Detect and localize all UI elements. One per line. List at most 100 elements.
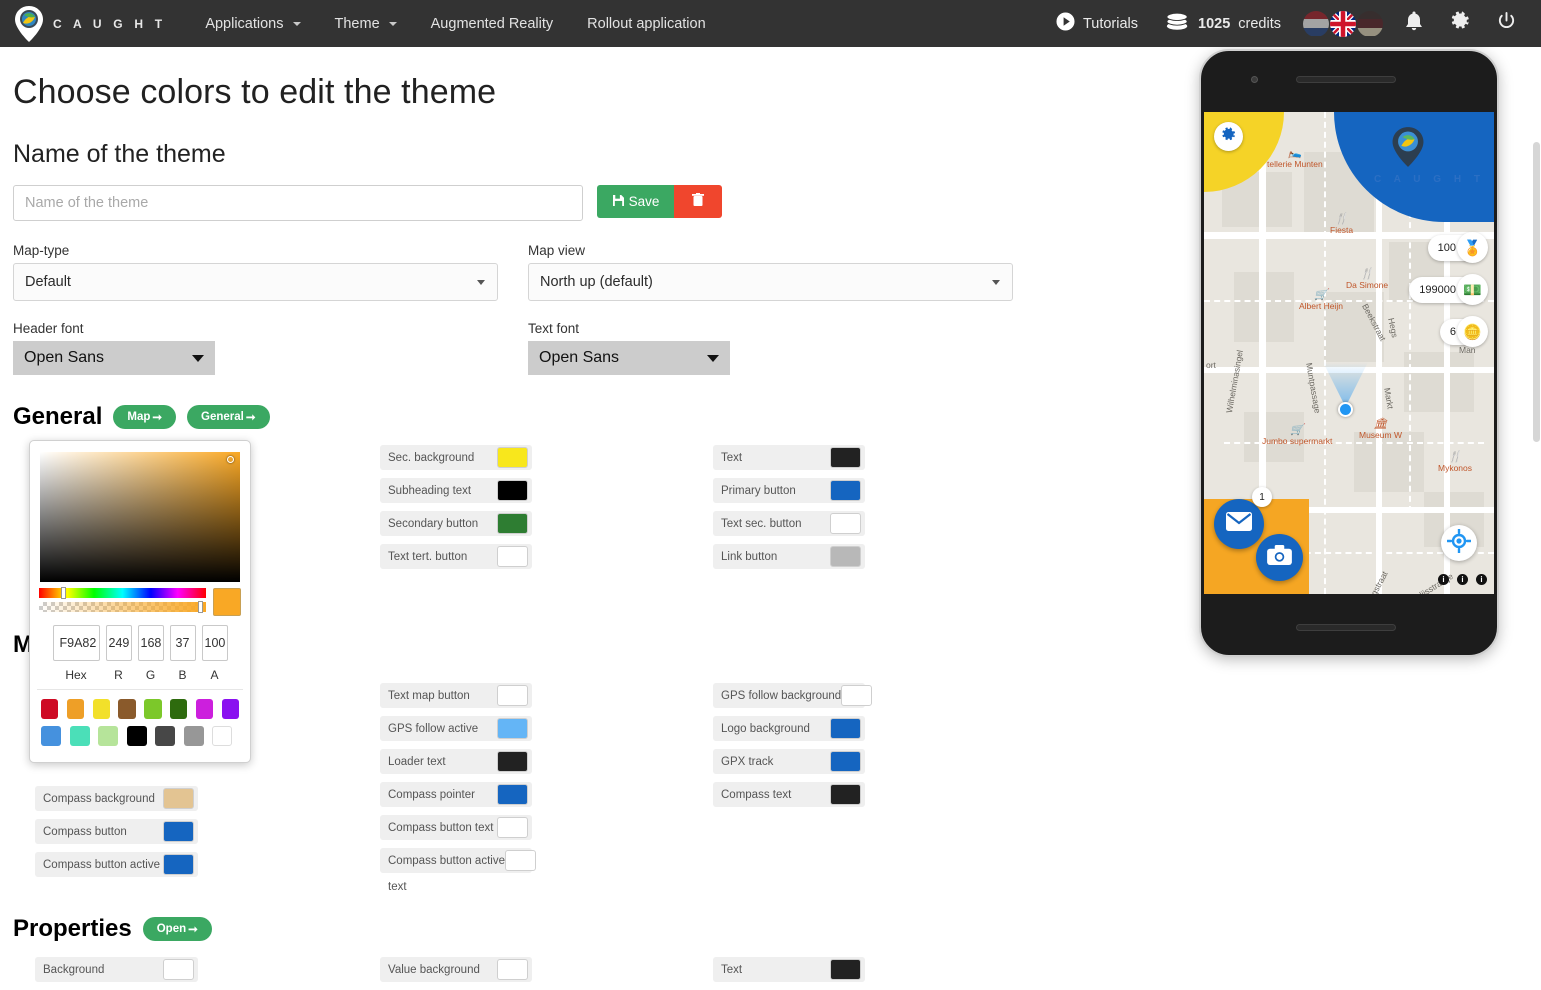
color-swatch[interactable]: [830, 513, 861, 534]
preset-swatch[interactable]: [144, 699, 161, 719]
mail-button[interactable]: [1214, 499, 1264, 549]
map-settings-button[interactable]: [1214, 122, 1243, 151]
settings-button[interactable]: [1437, 0, 1483, 47]
preset-swatch[interactable]: [98, 726, 118, 746]
color-swatch[interactable]: [497, 480, 528, 501]
color-swatch[interactable]: [497, 447, 528, 468]
color-row[interactable]: Link button: [713, 544, 865, 569]
preset-swatch[interactable]: [212, 726, 232, 746]
color-swatch[interactable]: [497, 513, 528, 534]
color-row[interactable]: Compass button active: [380, 848, 532, 873]
poi-label[interactable]: 🛌tellerie Munten: [1267, 148, 1323, 169]
poi-label[interactable]: 🏛Museum W: [1359, 419, 1402, 440]
notifications-button[interactable]: [1391, 0, 1437, 47]
color-swatch[interactable]: [497, 817, 528, 838]
color-row[interactable]: Sec. background: [380, 445, 532, 470]
preset-swatch[interactable]: [70, 726, 90, 746]
color-swatch[interactable]: [163, 854, 194, 875]
color-row[interactable]: Secondary button: [380, 511, 532, 536]
color-row[interactable]: Compass text: [713, 782, 865, 807]
blue-input[interactable]: [170, 625, 196, 661]
color-row[interactable]: GPS follow active: [380, 716, 532, 741]
score-chip[interactable]: 100 🏅: [1428, 235, 1486, 261]
preset-swatch[interactable]: [170, 699, 187, 719]
color-row[interactable]: Loader text: [380, 749, 532, 774]
color-row[interactable]: Logo background: [713, 716, 865, 741]
color-swatch[interactable]: [497, 751, 528, 772]
color-swatch[interactable]: [830, 546, 861, 567]
color-row[interactable]: Background: [35, 957, 198, 982]
nav-link-theme[interactable]: Theme: [318, 0, 414, 47]
preset-swatch[interactable]: [222, 699, 239, 719]
preset-swatch[interactable]: [184, 726, 204, 746]
page-scrollbar[interactable]: [1532, 47, 1541, 978]
scrollbar-thumb[interactable]: [1533, 142, 1540, 442]
info-icon[interactable]: i: [1457, 574, 1468, 585]
color-row[interactable]: Primary button: [713, 478, 865, 503]
color-swatch[interactable]: [497, 718, 528, 739]
hue-slider[interactable]: [39, 588, 206, 598]
preset-swatch[interactable]: [41, 726, 61, 746]
logout-button[interactable]: [1483, 0, 1529, 47]
text-font-select[interactable]: Open Sans: [528, 341, 730, 375]
color-row[interactable]: Subheading text: [380, 478, 532, 503]
tutorials-button[interactable]: Tutorials: [1042, 0, 1152, 47]
green-input[interactable]: [138, 625, 164, 661]
color-swatch[interactable]: [163, 821, 194, 842]
color-swatch[interactable]: [163, 788, 194, 809]
color-row[interactable]: GPX track: [713, 749, 865, 774]
preset-swatch[interactable]: [127, 726, 147, 746]
flag-gb-icon[interactable]: [1330, 11, 1356, 37]
saturation-value-area[interactable]: [40, 452, 240, 582]
color-swatch[interactable]: [830, 480, 861, 501]
pill-map-button[interactable]: Map ➞: [113, 405, 176, 429]
color-row[interactable]: Compass button: [35, 819, 198, 844]
color-swatch[interactable]: [497, 959, 528, 980]
color-swatch[interactable]: [830, 751, 861, 772]
poi-label[interactable]: 🍴Mykonos: [1438, 452, 1472, 473]
map-canvas[interactable]: ort Wilhelminasingel Muntpassage Beekstr…: [1204, 112, 1494, 594]
color-swatch[interactable]: [497, 546, 528, 567]
preset-swatch[interactable]: [41, 699, 58, 719]
money-chip[interactable]: 199000 💵: [1409, 277, 1486, 303]
color-swatch[interactable]: [163, 959, 194, 980]
color-row[interactable]: Text tert. button: [380, 544, 532, 569]
color-swatch[interactable]: [497, 685, 528, 706]
color-row[interactable]: GPS follow background: [713, 683, 865, 708]
theme-name-input[interactable]: [13, 185, 583, 221]
map-type-select[interactable]: Default: [13, 263, 498, 301]
preset-swatch[interactable]: [93, 699, 110, 719]
color-row[interactable]: Compass background: [35, 786, 198, 811]
red-input[interactable]: [106, 625, 132, 661]
color-row[interactable]: Text: [713, 445, 865, 470]
hue-handle[interactable]: [61, 587, 66, 599]
flag-de-icon[interactable]: [1357, 11, 1383, 37]
pill-general-button[interactable]: General ➞: [187, 405, 269, 429]
alpha-handle[interactable]: [198, 601, 203, 613]
alpha-input[interactable]: [202, 625, 228, 661]
color-swatch[interactable]: [841, 685, 872, 706]
alpha-slider[interactable]: [39, 602, 206, 612]
color-row[interactable]: Value background: [380, 957, 532, 982]
color-row[interactable]: Compass button active: [35, 852, 198, 877]
color-row[interactable]: Text map button: [380, 683, 532, 708]
gps-follow-button[interactable]: [1441, 525, 1477, 561]
map-view-select[interactable]: North up (default): [528, 263, 1013, 301]
color-swatch[interactable]: [830, 784, 861, 805]
delete-button[interactable]: [674, 185, 722, 218]
preset-swatch[interactable]: [155, 726, 175, 746]
poi-label[interactable]: 🍴Da Simone: [1346, 269, 1388, 290]
color-row[interactable]: Text sec. button: [713, 511, 865, 536]
color-swatch[interactable]: [505, 850, 536, 871]
nav-link-rollout-application[interactable]: Rollout application: [570, 0, 723, 47]
poi-label[interactable]: 🛒Jumbo supermarkt: [1262, 425, 1332, 446]
camera-button[interactable]: [1256, 534, 1303, 581]
color-row[interactable]: Text: [713, 957, 865, 982]
nav-link-augmented-reality[interactable]: Augmented Reality: [414, 0, 571, 47]
color-swatch[interactable]: [830, 447, 861, 468]
save-button[interactable]: Save: [597, 185, 675, 218]
nav-link-applications[interactable]: Applications: [188, 0, 317, 47]
hex-input[interactable]: [53, 625, 100, 661]
preset-swatch[interactable]: [196, 699, 213, 719]
poi-label[interactable]: 🍴Fiesta: [1330, 214, 1353, 235]
